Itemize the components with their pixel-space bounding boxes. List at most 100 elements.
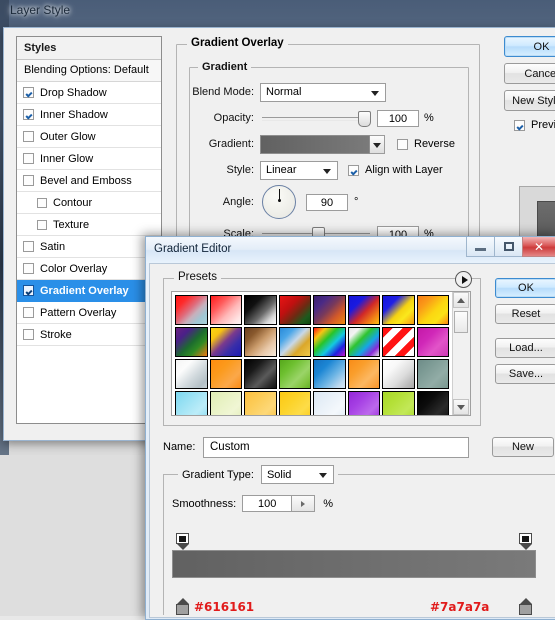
- preset-swatch[interactable]: [416, 327, 449, 357]
- angle-input[interactable]: 90: [306, 193, 348, 211]
- layer-style-titlebar[interactable]: Layer Style: [0, 0, 555, 28]
- maximize-button[interactable]: [494, 237, 523, 257]
- preset-swatch[interactable]: [416, 359, 449, 389]
- close-button[interactable]: ✕: [522, 237, 555, 257]
- sidebar-item-gradient-overlay[interactable]: Gradient Overlay: [17, 280, 161, 302]
- preset-swatch[interactable]: [382, 359, 415, 389]
- checkbox-drop-shadow[interactable]: [23, 87, 34, 98]
- checkbox-gradient-overlay[interactable]: [23, 285, 34, 296]
- color-stop-left[interactable]: [176, 598, 189, 615]
- gradient-preview-bar[interactable]: [260, 134, 370, 154]
- opacity-slider[interactable]: [262, 111, 371, 127]
- style-select[interactable]: Linear: [260, 160, 338, 180]
- gradient-type-select[interactable]: Solid: [260, 465, 334, 484]
- new-preset-button[interactable]: New: [492, 437, 554, 457]
- preset-swatch[interactable]: [175, 327, 208, 357]
- gradient-editor-titlebar[interactable]: Gradient Editor ✕: [146, 237, 555, 263]
- preset-swatch[interactable]: [382, 391, 415, 415]
- checkbox-contour[interactable]: [37, 197, 47, 208]
- sidebar-item-texture[interactable]: Texture: [17, 214, 161, 236]
- preset-swatch[interactable]: [313, 359, 346, 389]
- preset-swatch[interactable]: [278, 359, 311, 389]
- scroll-down-button[interactable]: [453, 399, 469, 415]
- styles-list[interactable]: Styles Blending Options: Default Drop Sh…: [16, 36, 162, 424]
- checkbox-stroke[interactable]: [23, 329, 34, 340]
- gradient-strip[interactable]: [172, 550, 536, 578]
- sidebar-item-drop-shadow[interactable]: Drop Shadow: [17, 82, 161, 104]
- gradient-strip-editor[interactable]: #616161 #7a7a7a: [172, 533, 538, 615]
- preset-swatch[interactable]: [209, 391, 242, 415]
- preset-swatch[interactable]: [347, 391, 380, 415]
- preset-swatch[interactable]: [244, 327, 277, 357]
- preset-swatch[interactable]: [347, 327, 380, 357]
- gradient-editor-reset-button[interactable]: Reset: [495, 304, 555, 324]
- checkbox-align-with-layer[interactable]: [348, 164, 359, 176]
- preset-swatch[interactable]: [244, 295, 277, 325]
- checkbox-inner-glow[interactable]: [23, 153, 34, 164]
- reverse-checkbox-row[interactable]: Reverse: [397, 138, 455, 150]
- preset-swatch[interactable]: [278, 327, 311, 357]
- minimize-button[interactable]: [466, 237, 495, 257]
- preset-swatch[interactable]: [278, 391, 311, 415]
- preset-swatch[interactable]: [416, 391, 449, 415]
- checkbox-color-overlay[interactable]: [23, 263, 34, 274]
- sidebar-item-inner-glow[interactable]: Inner Glow: [17, 148, 161, 170]
- preset-swatch[interactable]: [313, 327, 346, 357]
- preview-checkbox-row[interactable]: Preview: [504, 119, 555, 131]
- preset-swatch[interactable]: [209, 359, 242, 389]
- gradient-editor-ok-button[interactable]: OK: [495, 278, 555, 298]
- preset-swatch[interactable]: [347, 295, 380, 325]
- preset-swatch[interactable]: [382, 295, 415, 325]
- checkbox-inner-shadow[interactable]: [23, 109, 34, 120]
- smoothness-spinner-button[interactable]: [292, 495, 316, 512]
- checkbox-bevel-and-emboss[interactable]: [23, 175, 34, 186]
- opacity-stop-left[interactable]: [176, 533, 189, 550]
- smoothness-input[interactable]: 100: [242, 495, 293, 512]
- checkbox-pattern-overlay[interactable]: [23, 307, 34, 318]
- sidebar-item-color-overlay[interactable]: Color Overlay: [17, 258, 161, 280]
- preset-swatch[interactable]: [175, 359, 208, 389]
- gradient-editor-save-button[interactable]: Save...: [495, 364, 555, 384]
- sidebar-item-satin[interactable]: Satin: [17, 236, 161, 258]
- layer-style-new-style-button[interactable]: New Style...: [504, 90, 555, 111]
- presets-well[interactable]: [171, 291, 471, 416]
- preset-swatch[interactable]: [209, 295, 242, 325]
- align-with-layer-row[interactable]: Align with Layer: [348, 164, 443, 176]
- preset-menu-arrow-icon[interactable]: [455, 271, 472, 288]
- checkbox-reverse[interactable]: [397, 138, 408, 150]
- scroll-up-button[interactable]: [453, 292, 469, 308]
- sidebar-item-contour[interactable]: Contour: [17, 192, 161, 214]
- layer-style-ok-button[interactable]: OK: [504, 36, 555, 57]
- preset-swatch[interactable]: [175, 295, 208, 325]
- presets-scrollbar[interactable]: [452, 292, 470, 415]
- preset-swatch[interactable]: [209, 327, 242, 357]
- checkbox-preview[interactable]: [514, 119, 525, 131]
- preset-swatch[interactable]: [175, 391, 208, 415]
- preset-swatch-grid[interactable]: [172, 292, 452, 415]
- preset-swatch[interactable]: [244, 391, 277, 415]
- sidebar-item-outer-glow[interactable]: Outer Glow: [17, 126, 161, 148]
- color-stop-right[interactable]: [519, 598, 532, 615]
- checkbox-outer-glow[interactable]: [23, 131, 34, 142]
- preset-swatch[interactable]: [313, 295, 346, 325]
- sidebar-item-bevel-and-emboss[interactable]: Bevel and Emboss: [17, 170, 161, 192]
- sidebar-item-stroke[interactable]: Stroke: [17, 324, 161, 346]
- checkbox-satin[interactable]: [23, 241, 34, 252]
- scrollbar-thumb[interactable]: [454, 311, 468, 333]
- preset-swatch[interactable]: [382, 327, 415, 357]
- sidebar-item-inner-shadow[interactable]: Inner Shadow: [17, 104, 161, 126]
- preset-swatch[interactable]: [278, 295, 311, 325]
- blend-mode-select[interactable]: Normal: [260, 82, 386, 102]
- preset-swatch[interactable]: [347, 359, 380, 389]
- name-input[interactable]: Custom: [203, 436, 469, 458]
- checkbox-texture[interactable]: [37, 219, 47, 230]
- layer-style-cancel-button[interactable]: Cancel: [504, 63, 555, 84]
- gradient-editor-load-button[interactable]: Load...: [495, 338, 555, 358]
- sidebar-item-pattern-overlay[interactable]: Pattern Overlay: [17, 302, 161, 324]
- opacity-input[interactable]: 100: [377, 109, 419, 127]
- preset-swatch[interactable]: [416, 295, 449, 325]
- blending-options-item[interactable]: Blending Options: Default: [17, 60, 161, 82]
- angle-dial[interactable]: [262, 185, 296, 219]
- opacity-slider-knob[interactable]: [358, 111, 371, 127]
- preset-swatch[interactable]: [313, 391, 346, 415]
